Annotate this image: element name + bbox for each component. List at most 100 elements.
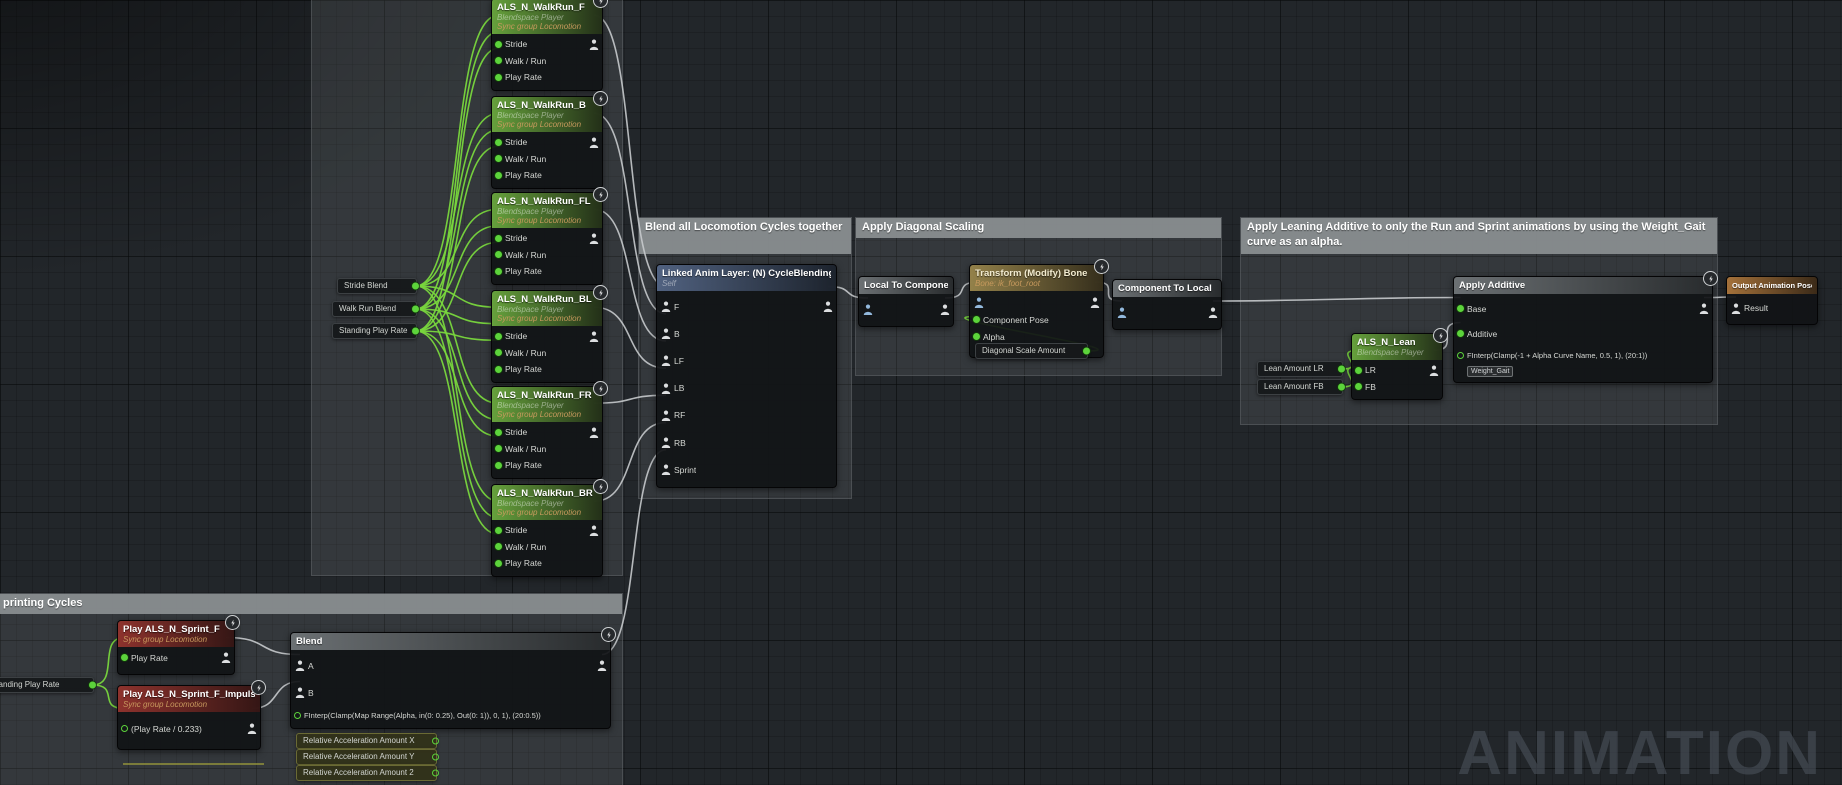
pose-out-pin-icon[interactable] [247,723,257,734]
pose-pin-icon[interactable] [661,437,671,448]
value-pin[interactable] [495,41,502,48]
pose-out-pin-icon[interactable] [589,331,599,342]
pill-walkrun_blend[interactable]: Walk Run Blend [332,301,417,317]
pill-rel_x[interactable]: Relative Acceleration Amount X [296,733,437,749]
pose-out-pin-icon[interactable] [1208,307,1218,318]
pose-out-pin-icon[interactable] [940,304,950,315]
pose-pin-icon[interactable] [295,687,305,698]
node-header[interactable]: ALS_N_WalkRun_BRBlendspace PlayerSync gr… [492,485,602,520]
value-pin[interactable] [495,560,502,567]
pose-pin-icon[interactable] [661,301,671,312]
pose-out-pin-icon[interactable] [1090,297,1100,308]
pose-out-pin-icon[interactable] [589,39,599,50]
animgraph-canvas[interactable]: ANIMATION Blend all Locomotion Cycles to… [0,0,1842,785]
value-out-pin[interactable] [412,283,419,290]
comment-header[interactable]: printing Cycles [0,594,622,614]
value-out-pin[interactable] [1083,348,1090,355]
node-header[interactable]: Linked Anim Layer: (N) CycleBlendingSelf [657,265,836,291]
node-lean[interactable]: ALS_N_LeanBlendspace PlayerLRFB [1351,333,1443,400]
value-pin[interactable] [495,527,502,534]
pose-out-pin-icon[interactable] [589,233,599,244]
value-pin[interactable] [1457,330,1464,337]
value-pin[interactable] [495,462,502,469]
node-header[interactable]: Apply Additive [1454,277,1712,294]
value-pin[interactable] [495,429,502,436]
comment-header[interactable]: Apply Leaning Additive to only the Run a… [1241,218,1717,254]
pose-out-pin-icon[interactable] [589,427,599,438]
value-pin[interactable] [1355,367,1362,374]
node-header[interactable]: ALS_N_WalkRun_FLBlendspace PlayerSync gr… [492,193,602,228]
pose-out-pin-icon[interactable] [1429,365,1439,376]
value-out-pin[interactable] [412,328,419,335]
node-header[interactable]: Output Animation Pose [1727,277,1817,294]
value-pin[interactable] [495,251,502,258]
node-wr_fr[interactable]: ALS_N_WalkRun_FRBlendspace PlayerSync gr… [491,386,603,479]
pose-out-pin-icon[interactable] [823,301,833,312]
node-outpose[interactable]: Output Animation PoseResult [1726,276,1818,325]
pose-pin-icon[interactable] [1731,303,1741,314]
node-header[interactable]: Transform (Modify) BoneBone: ik_foot_roo… [970,265,1103,291]
value-out-pin[interactable] [412,306,419,313]
pill-standing_play_rate[interactable]: Standing Play Rate [332,323,417,339]
pose-pin-icon[interactable] [295,660,305,671]
node-header[interactable]: Play ALS_N_Sprint_F_ImpulseSync group Lo… [118,686,260,712]
value-pin[interactable] [495,155,502,162]
pose-pin-icon[interactable] [661,410,671,421]
pose-pin-icon[interactable] [863,304,873,315]
pill-standing_play_rate2[interactable]: Standing Play Rate [0,677,94,693]
node-header[interactable]: Play ALS_N_Sprint_FSync group Locomotion [118,621,234,647]
value-pin[interactable] [495,445,502,452]
value-pin[interactable] [973,333,980,340]
pill-stride_blend[interactable]: Stride Blend [337,278,417,294]
comment-header[interactable]: Apply Diagonal Scaling [856,218,1221,238]
node-wr_b[interactable]: ALS_N_WalkRun_BBlendspace PlayerSync gro… [491,96,603,189]
comment-header[interactable]: Blend all Locomotion Cycles together [639,218,851,254]
value-out-pin[interactable] [432,738,439,745]
node-header[interactable]: Local To Component [859,277,953,294]
node-blend[interactable]: BlendABFInterp(Clamp(Map Range(Alpha, in… [290,632,611,729]
node-wr_br[interactable]: ALS_N_WalkRun_BRBlendspace PlayerSync gr… [491,484,603,577]
pill-rel_y[interactable]: Relative Acceleration Amount Y [296,749,437,765]
value-pin[interactable] [495,366,502,373]
pill-lean_fb[interactable]: Lean Amount FB [1257,379,1343,395]
pose-out-pin-icon[interactable] [589,137,599,148]
value-pin[interactable] [495,139,502,146]
value-out-pin[interactable] [1338,366,1345,373]
value-out-pin[interactable] [1338,384,1345,391]
pose-out-pin-icon[interactable] [221,652,231,663]
value-pin[interactable] [1457,352,1464,359]
node-ctl[interactable]: Component To Local [1112,279,1222,330]
pose-pin-icon[interactable] [661,383,671,394]
node-wr_f[interactable]: ALS_N_WalkRun_FBlendspace PlayerSync gro… [491,0,603,91]
value-pin[interactable] [495,268,502,275]
value-out-pin[interactable] [432,754,439,761]
node-header[interactable]: ALS_N_WalkRun_FRBlendspace PlayerSync gr… [492,387,602,422]
value-pin[interactable] [495,57,502,64]
value-pin[interactable] [495,543,502,550]
pill-rel_2[interactable]: Relative Acceleration Amount 2 [296,765,437,781]
node-header[interactable]: ALS_N_WalkRun_FBlendspace PlayerSync gro… [492,0,602,34]
pose-pin-icon[interactable] [661,464,671,475]
value-pin[interactable] [1457,305,1464,312]
node-wr_fl[interactable]: ALS_N_WalkRun_FLBlendspace PlayerSync gr… [491,192,603,285]
pose-pin-icon[interactable] [974,297,984,308]
pose-pin-icon[interactable] [661,328,671,339]
value-pin[interactable] [495,235,502,242]
value-pin[interactable] [973,316,980,323]
node-header[interactable]: ALS_N_LeanBlendspace Player [1352,334,1442,360]
value-pin[interactable] [1355,383,1362,390]
value-pin[interactable] [495,172,502,179]
node-header[interactable]: ALS_N_WalkRun_BBlendspace PlayerSync gro… [492,97,602,132]
node-header[interactable]: ALS_N_WalkRun_BLBlendspace PlayerSync gr… [492,291,602,326]
pose-pin-icon[interactable] [661,355,671,366]
node-sprint_f[interactable]: Play ALS_N_Sprint_FSync group Locomotion… [117,620,235,675]
value-out-pin[interactable] [432,770,439,777]
value-pin[interactable] [121,725,128,732]
value-pin[interactable] [121,654,128,661]
value-pin[interactable] [294,712,301,719]
node-header[interactable]: Component To Local [1113,280,1221,297]
pose-out-pin-icon[interactable] [589,525,599,536]
pose-out-pin-icon[interactable] [1699,303,1709,314]
value-pin[interactable] [495,349,502,356]
pill-diagonal_scale[interactable]: Diagonal Scale Amount [975,343,1088,359]
